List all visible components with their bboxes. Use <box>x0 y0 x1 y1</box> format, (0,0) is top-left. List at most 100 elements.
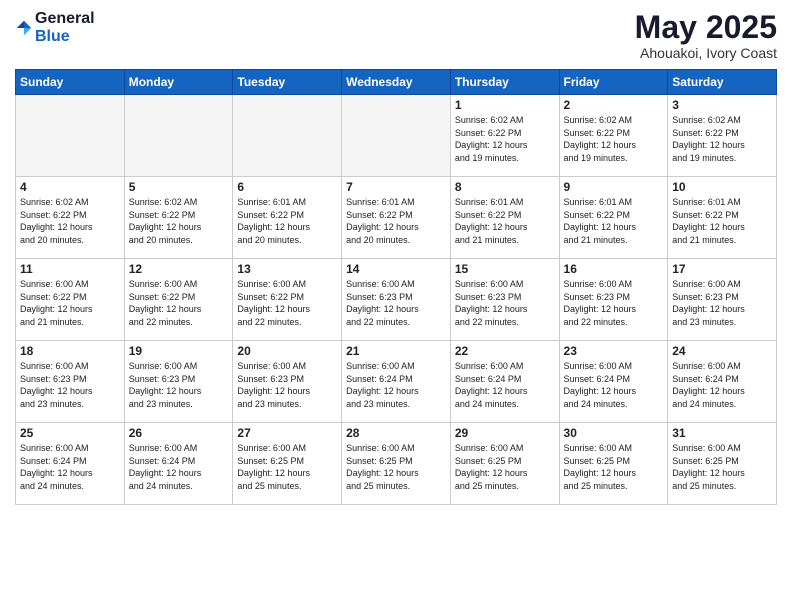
day-info: Sunrise: 6:02 AMSunset: 6:22 PMDaylight:… <box>672 114 772 164</box>
day-info: Sunrise: 6:00 AMSunset: 6:23 PMDaylight:… <box>564 278 664 328</box>
day-number: 27 <box>237 426 337 440</box>
calendar-week-row: 11Sunrise: 6:00 AMSunset: 6:22 PMDayligh… <box>16 259 777 341</box>
day-info: Sunrise: 6:00 AMSunset: 6:22 PMDaylight:… <box>129 278 229 328</box>
calendar-day-cell: 15 Sunrise: 6:00 AMSunset: 6:23 PMDayligh… <box>450 259 559 341</box>
day-number: 2 <box>564 98 664 112</box>
day-number: 3 <box>672 98 772 112</box>
calendar-day-cell: 18 Sunrise: 6:00 AMSunset: 6:23 PMDayligh… <box>16 341 125 423</box>
calendar-header: SundayMondayTuesdayWednesdayThursdayFrid… <box>16 70 777 95</box>
day-number: 28 <box>346 426 446 440</box>
day-number: 5 <box>129 180 229 194</box>
day-info: Sunrise: 6:00 AMSunset: 6:23 PMDaylight:… <box>129 360 229 410</box>
weekday-header: Thursday <box>450 70 559 95</box>
day-number: 24 <box>672 344 772 358</box>
logo-text: General Blue <box>35 10 95 45</box>
calendar-day-cell: 23 Sunrise: 6:00 AMSunset: 6:24 PMDayligh… <box>559 341 668 423</box>
day-number: 16 <box>564 262 664 276</box>
day-info: Sunrise: 6:00 AMSunset: 6:23 PMDaylight:… <box>20 360 120 410</box>
location: Ahouakoi, Ivory Coast <box>635 45 777 61</box>
day-number: 29 <box>455 426 555 440</box>
day-number: 31 <box>672 426 772 440</box>
calendar-day-cell <box>342 95 451 177</box>
calendar-week-row: 18 Sunrise: 6:00 AMSunset: 6:23 PMDayligh… <box>16 341 777 423</box>
calendar-day-cell: 9 Sunrise: 6:01 AMSunset: 6:22 PMDaylight… <box>559 177 668 259</box>
day-info: Sunrise: 6:00 AMSunset: 6:25 PMDaylight:… <box>564 442 664 492</box>
calendar-day-cell: 11Sunrise: 6:00 AMSunset: 6:22 PMDayligh… <box>16 259 125 341</box>
day-info: Sunrise: 6:01 AMSunset: 6:22 PMDaylight:… <box>346 196 446 246</box>
title-block: May 2025 Ahouakoi, Ivory Coast <box>635 10 777 61</box>
calendar-day-cell: 24 Sunrise: 6:00 AMSunset: 6:24 PMDayligh… <box>668 341 777 423</box>
day-number: 26 <box>129 426 229 440</box>
day-info: Sunrise: 6:00 AMSunset: 6:24 PMDaylight:… <box>20 442 120 492</box>
weekday-header: Monday <box>124 70 233 95</box>
day-info: Sunrise: 6:00 AMSunset: 6:23 PMDaylight:… <box>346 278 446 328</box>
day-number: 15 <box>455 262 555 276</box>
day-info: Sunrise: 6:00 AMSunset: 6:24 PMDaylight:… <box>672 360 772 410</box>
calendar-day-cell: 8Sunrise: 6:01 AMSunset: 6:22 PMDaylight… <box>450 177 559 259</box>
calendar-day-cell: 29 Sunrise: 6:00 AMSunset: 6:25 PMDayligh… <box>450 423 559 505</box>
day-info: Sunrise: 6:00 AMSunset: 6:23 PMDaylight:… <box>672 278 772 328</box>
weekday-row: SundayMondayTuesdayWednesdayThursdayFrid… <box>16 70 777 95</box>
day-number: 12 <box>129 262 229 276</box>
calendar-day-cell: 5 Sunrise: 6:02 AMSunset: 6:22 PMDaylight… <box>124 177 233 259</box>
day-number: 6 <box>237 180 337 194</box>
calendar-day-cell: 25Sunrise: 6:00 AMSunset: 6:24 PMDayligh… <box>16 423 125 505</box>
calendar-day-cell: 6 Sunrise: 6:01 AMSunset: 6:22 PMDaylight… <box>233 177 342 259</box>
calendar-day-cell: 7 Sunrise: 6:01 AMSunset: 6:22 PMDaylight… <box>342 177 451 259</box>
day-info: Sunrise: 6:00 AMSunset: 6:25 PMDaylight:… <box>346 442 446 492</box>
day-info: Sunrise: 6:01 AMSunset: 6:22 PMDaylight:… <box>237 196 337 246</box>
calendar-day-cell: 10Sunrise: 6:01 AMSunset: 6:22 PMDayligh… <box>668 177 777 259</box>
day-info: Sunrise: 6:00 AMSunset: 6:23 PMDaylight:… <box>455 278 555 328</box>
day-number: 30 <box>564 426 664 440</box>
calendar-day-cell: 16 Sunrise: 6:00 AMSunset: 6:23 PMDayligh… <box>559 259 668 341</box>
day-number: 23 <box>564 344 664 358</box>
calendar-day-cell: 21 Sunrise: 6:00 AMSunset: 6:24 PMDayligh… <box>342 341 451 423</box>
calendar-day-cell: 19 Sunrise: 6:00 AMSunset: 6:23 PMDayligh… <box>124 341 233 423</box>
day-info: Sunrise: 6:00 AMSunset: 6:22 PMDaylight:… <box>20 278 120 328</box>
calendar-day-cell: 1Sunrise: 6:02 AMSunset: 6:22 PMDaylight… <box>450 95 559 177</box>
day-info: Sunrise: 6:00 AMSunset: 6:24 PMDaylight:… <box>564 360 664 410</box>
day-info: Sunrise: 6:02 AMSunset: 6:22 PMDaylight:… <box>129 196 229 246</box>
calendar-day-cell <box>16 95 125 177</box>
day-info: Sunrise: 6:01 AMSunset: 6:22 PMDaylight:… <box>672 196 772 246</box>
page-container: General Blue May 2025 Ahouakoi, Ivory Co… <box>0 0 792 612</box>
calendar-day-cell: 22Sunrise: 6:00 AMSunset: 6:24 PMDayligh… <box>450 341 559 423</box>
weekday-header: Saturday <box>668 70 777 95</box>
calendar-day-cell: 26 Sunrise: 6:00 AMSunset: 6:24 PMDayligh… <box>124 423 233 505</box>
day-number: 7 <box>346 180 446 194</box>
day-info: Sunrise: 6:00 AMSunset: 6:24 PMDaylight:… <box>346 360 446 410</box>
calendar-day-cell <box>124 95 233 177</box>
calendar-day-cell: 12 Sunrise: 6:00 AMSunset: 6:22 PMDayligh… <box>124 259 233 341</box>
header: General Blue May 2025 Ahouakoi, Ivory Co… <box>15 10 777 61</box>
calendar-day-cell: 13Sunrise: 6:00 AMSunset: 6:22 PMDayligh… <box>233 259 342 341</box>
calendar-day-cell: 31Sunrise: 6:00 AMSunset: 6:25 PMDayligh… <box>668 423 777 505</box>
day-number: 21 <box>346 344 446 358</box>
day-info: Sunrise: 6:00 AMSunset: 6:24 PMDaylight:… <box>455 360 555 410</box>
calendar-day-cell: 30 Sunrise: 6:00 AMSunset: 6:25 PMDayligh… <box>559 423 668 505</box>
calendar-week-row: 4Sunrise: 6:02 AMSunset: 6:22 PMDaylight… <box>16 177 777 259</box>
day-number: 1 <box>455 98 555 112</box>
day-info: Sunrise: 6:02 AMSunset: 6:22 PMDaylight:… <box>20 196 120 246</box>
day-number: 14 <box>346 262 446 276</box>
day-info: Sunrise: 6:00 AMSunset: 6:25 PMDaylight:… <box>455 442 555 492</box>
logo-icon <box>15 19 33 37</box>
calendar-week-row: 1 Sunrise: 6:02 AMSunset: 6:22 PMDaylight… <box>16 95 777 177</box>
logo: General Blue <box>15 10 95 45</box>
day-info: Sunrise: 6:00 AMSunset: 6:25 PMDaylight:… <box>237 442 337 492</box>
day-number: 8 <box>455 180 555 194</box>
calendar: SundayMondayTuesdayWednesdayThursdayFrid… <box>15 69 777 505</box>
day-info: Sunrise: 6:01 AMSunset: 6:22 PMDaylight:… <box>564 196 664 246</box>
day-info: Sunrise: 6:00 AMSunset: 6:23 PMDaylight:… <box>237 360 337 410</box>
day-info: Sunrise: 6:00 AMSunset: 6:24 PMDaylight:… <box>129 442 229 492</box>
weekday-header: Friday <box>559 70 668 95</box>
logo-blue: Blue <box>35 28 95 46</box>
calendar-day-cell: 14 Sunrise: 6:00 AMSunset: 6:23 PMDayligh… <box>342 259 451 341</box>
day-number: 19 <box>129 344 229 358</box>
day-number: 9 <box>564 180 664 194</box>
day-number: 18 <box>20 344 120 358</box>
calendar-day-cell: 2Sunrise: 6:02 AMSunset: 6:22 PMDaylight… <box>559 95 668 177</box>
day-number: 17 <box>672 262 772 276</box>
weekday-header: Tuesday <box>233 70 342 95</box>
calendar-day-cell: 3 Sunrise: 6:02 AMSunset: 6:22 PMDaylight… <box>668 95 777 177</box>
day-number: 20 <box>237 344 337 358</box>
